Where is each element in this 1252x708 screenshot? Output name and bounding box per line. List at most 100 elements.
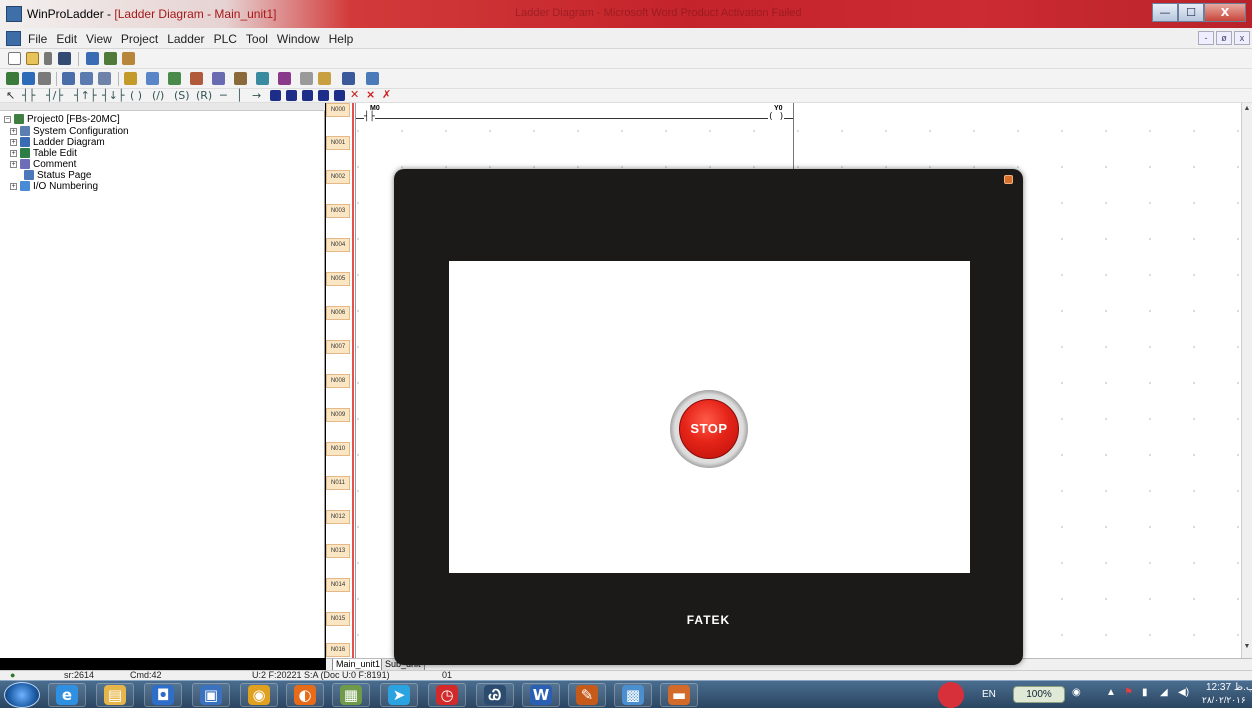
math-tool-icon[interactable] <box>234 72 247 85</box>
open-folder-icon[interactable] <box>26 52 39 65</box>
table-view-icon[interactable] <box>104 52 117 65</box>
expand-icon[interactable]: + <box>10 149 17 157</box>
menu-window[interactable]: Window <box>277 32 320 46</box>
taskbar-winproladder-button[interactable]: Ꮚ <box>476 683 514 707</box>
network-icon[interactable]: ▮ <box>1142 687 1148 698</box>
taskbar-chrome-button[interactable]: ◉ <box>240 683 278 707</box>
language-indicator[interactable]: EN <box>982 689 996 700</box>
taskbar-tool-button[interactable]: ✎ <box>568 683 606 707</box>
taskbar-presentation-button[interactable]: ▬ <box>660 683 698 707</box>
tray-status-icon[interactable]: ◉ <box>1072 687 1081 698</box>
save-icon[interactable] <box>58 52 71 65</box>
taskbar-word-button[interactable]: W <box>522 683 560 707</box>
falling-edge-icon[interactable]: ┤↓├ <box>102 89 124 102</box>
compare-tool-icon[interactable] <box>190 72 203 85</box>
flow-tool-icon[interactable] <box>318 72 331 85</box>
clock-time[interactable]: 12:37 ب.ظ <box>1206 682 1252 693</box>
rising-edge-icon[interactable]: ┤↑├ <box>74 89 96 102</box>
c-block-icon[interactable] <box>318 90 329 101</box>
taskbar-explorer-button[interactable]: ▤ <box>96 683 134 707</box>
no-contact-icon[interactable]: ┤├ <box>22 89 35 102</box>
show-hidden-icons-icon[interactable]: ▲ <box>1106 687 1116 698</box>
clock-date[interactable]: ۲۸/۰۲/۲۰۱۶ <box>1202 695 1246 706</box>
taskbar-ie-button[interactable]: e <box>48 683 86 707</box>
nc-contact-icon[interactable]: ┤/├ <box>46 89 63 102</box>
pointer-icon[interactable]: ↖ <box>6 89 15 102</box>
hmi-close-icon[interactable] <box>1004 175 1013 184</box>
stop-button[interactable]: STOP <box>670 390 748 468</box>
expand-icon[interactable]: + <box>10 138 17 146</box>
register-tool-icon[interactable] <box>168 72 181 85</box>
contact-tool-icon[interactable] <box>62 72 75 85</box>
inverse-coil-icon[interactable]: (/) <box>152 89 164 102</box>
f-block-icon[interactable] <box>334 90 345 101</box>
tree-item-io-numbering[interactable]: + I/O Numbering <box>10 180 98 192</box>
scroll-down-icon[interactable]: ▼ <box>1243 643 1251 650</box>
taskbar-firefox-button[interactable]: ◐ <box>286 683 324 707</box>
run-icon[interactable] <box>22 72 35 85</box>
menu-ladder[interactable]: Ladder <box>167 32 204 46</box>
misc-tool-icon[interactable] <box>300 72 313 85</box>
set-coil-icon[interactable]: (S) <box>174 89 190 102</box>
monitor-icon[interactable] <box>38 72 51 85</box>
function-tool-icon[interactable] <box>98 72 111 85</box>
expand-icon[interactable]: + <box>10 127 17 135</box>
menu-plc[interactable]: PLC <box>214 32 237 46</box>
reset-coil-icon[interactable]: (R) <box>196 89 212 102</box>
taskbar-network-app-button[interactable]: ▩ <box>614 683 652 707</box>
taskbar-media-button[interactable]: ▣ <box>192 683 230 707</box>
coil-element[interactable]: ( ) <box>768 112 785 122</box>
mdi-restore-button[interactable]: ø <box>1216 31 1232 45</box>
menu-help[interactable]: Help <box>329 32 354 46</box>
dropdown-arrow-icon[interactable] <box>44 52 52 65</box>
vertical-scrollbar[interactable]: ▲ ▼ <box>1241 103 1252 658</box>
move-tool-icon[interactable] <box>212 72 225 85</box>
document-icon[interactable] <box>6 31 21 46</box>
coil-tool-icon[interactable] <box>80 72 93 85</box>
ladder-view-icon[interactable] <box>86 52 99 65</box>
start-button[interactable] <box>4 682 40 708</box>
volume-icon[interactable]: ◀) <box>1178 687 1189 698</box>
timer-tool-icon[interactable] <box>124 72 137 85</box>
arrow-line-icon[interactable]: → <box>252 89 261 102</box>
taskbar-timer-button[interactable]: ◷ <box>428 683 466 707</box>
maximize-button[interactable]: ☐ <box>1178 3 1204 22</box>
mdi-close-button[interactable]: x <box>1234 31 1250 45</box>
taskbar-picture-button[interactable]: ▦ <box>332 683 370 707</box>
hline-icon[interactable]: ─ <box>220 89 227 102</box>
expand-icon[interactable]: + <box>10 182 17 190</box>
flag-icon[interactable]: ⚑ <box>1124 687 1133 698</box>
vline-icon[interactable]: │ <box>236 89 243 102</box>
taskbar-outlook-button[interactable]: ◘ <box>144 683 182 707</box>
step-tool-icon[interactable] <box>366 72 379 85</box>
tray-app-icon[interactable] <box>938 682 964 708</box>
shift-tool-icon[interactable] <box>278 72 291 85</box>
coil-icon[interactable]: ( ) <box>130 89 142 102</box>
s-block-icon[interactable] <box>270 90 281 101</box>
menu-project[interactable]: Project <box>121 32 158 46</box>
mdi-minimize-button[interactable]: - <box>1198 31 1214 45</box>
new-file-icon[interactable] <box>8 52 21 65</box>
expand-icon[interactable]: + <box>10 160 17 168</box>
logic-tool-icon[interactable] <box>256 72 269 85</box>
tree-root[interactable]: − Project0 [FBs-20MC] <box>4 113 120 125</box>
online-icon[interactable] <box>6 72 19 85</box>
delete-row-icon[interactable]: ✗ <box>382 88 391 101</box>
comment-tool-icon[interactable] <box>342 72 355 85</box>
close-button[interactable]: X <box>1204 3 1246 22</box>
t-block-icon[interactable] <box>302 90 313 101</box>
program-view-icon[interactable] <box>122 52 135 65</box>
menu-edit[interactable]: Edit <box>56 32 77 46</box>
zoom-indicator[interactable]: 100% <box>1013 686 1065 703</box>
r-block-icon[interactable] <box>286 90 297 101</box>
collapse-icon[interactable]: − <box>4 115 11 123</box>
no-contact-element[interactable]: ┤├ <box>364 112 375 122</box>
menu-tool[interactable]: Tool <box>246 32 268 46</box>
signal-icon[interactable]: ◢ <box>1160 687 1168 698</box>
scroll-up-icon[interactable]: ▲ <box>1243 105 1251 112</box>
delete-line-icon[interactable]: ⨯ <box>366 88 375 101</box>
minimize-button[interactable]: — <box>1152 3 1178 22</box>
counter-tool-icon[interactable] <box>146 72 159 85</box>
menu-view[interactable]: View <box>86 32 112 46</box>
menu-file[interactable]: File <box>28 32 47 46</box>
